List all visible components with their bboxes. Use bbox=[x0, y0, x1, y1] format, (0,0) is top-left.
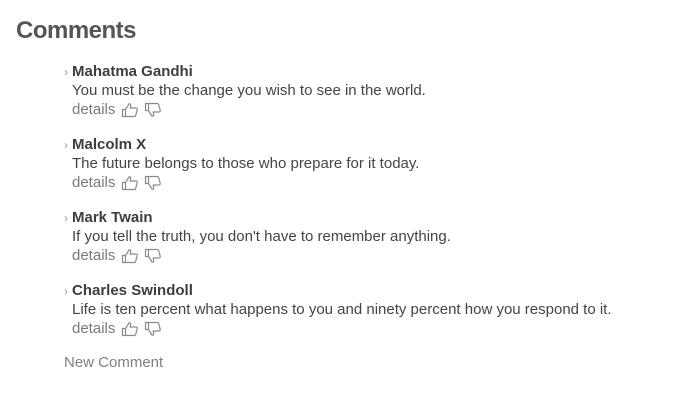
comment-text: You must be the change you wish to see i… bbox=[72, 82, 426, 99]
thumbs-up-icon[interactable] bbox=[121, 321, 139, 337]
thumbs-down-icon[interactable] bbox=[144, 102, 162, 118]
comment-actions: details bbox=[72, 319, 664, 338]
chevron-right-icon: › bbox=[64, 137, 68, 152]
comment-header: › Mark Twain bbox=[64, 207, 664, 227]
comment-item: › Charles Swindoll Life is ten percent w… bbox=[64, 280, 664, 353]
comment-text: Life is ten percent what happens to you … bbox=[72, 301, 612, 318]
new-comment-link[interactable]: New Comment bbox=[64, 354, 163, 371]
comment-list: › Mahatma Gandhi You must be the change … bbox=[64, 61, 664, 353]
comments-heading: Comments bbox=[16, 17, 137, 44]
thumbs-down-icon[interactable] bbox=[144, 321, 162, 337]
details-link[interactable]: details bbox=[72, 247, 115, 264]
thumbs-up-icon[interactable] bbox=[121, 248, 139, 264]
comment-item: › Mark Twain If you tell the truth, you … bbox=[64, 207, 664, 280]
comment-header: › Mahatma Gandhi bbox=[64, 61, 664, 81]
thumbs-down-icon[interactable] bbox=[144, 175, 162, 191]
comment-author: Malcolm X bbox=[72, 135, 147, 153]
comment-author: Charles Swindoll bbox=[72, 281, 193, 299]
chevron-right-icon: › bbox=[64, 210, 68, 225]
chevron-right-icon: › bbox=[64, 283, 68, 298]
details-link[interactable]: details bbox=[72, 174, 115, 191]
comment-text: If you tell the truth, you don't have to… bbox=[72, 228, 451, 245]
details-link[interactable]: details bbox=[72, 101, 115, 118]
thumbs-up-icon[interactable] bbox=[121, 102, 139, 118]
comment-actions: details bbox=[72, 246, 664, 265]
comment-text: The future belongs to those who prepare … bbox=[72, 155, 420, 172]
details-link[interactable]: details bbox=[72, 320, 115, 337]
comment-author: Mahatma Gandhi bbox=[72, 62, 193, 80]
comment-item: › Mahatma Gandhi You must be the change … bbox=[64, 61, 664, 134]
comment-actions: details bbox=[72, 173, 664, 192]
comment-header: › Malcolm X bbox=[64, 134, 664, 154]
comment-actions: details bbox=[72, 100, 664, 119]
thumbs-down-icon[interactable] bbox=[144, 248, 162, 264]
thumbs-up-icon[interactable] bbox=[121, 175, 139, 191]
comment-item: › Malcolm X The future belongs to those … bbox=[64, 134, 664, 207]
comment-header: › Charles Swindoll bbox=[64, 280, 664, 300]
chevron-right-icon: › bbox=[64, 64, 68, 79]
comment-author: Mark Twain bbox=[72, 208, 153, 226]
